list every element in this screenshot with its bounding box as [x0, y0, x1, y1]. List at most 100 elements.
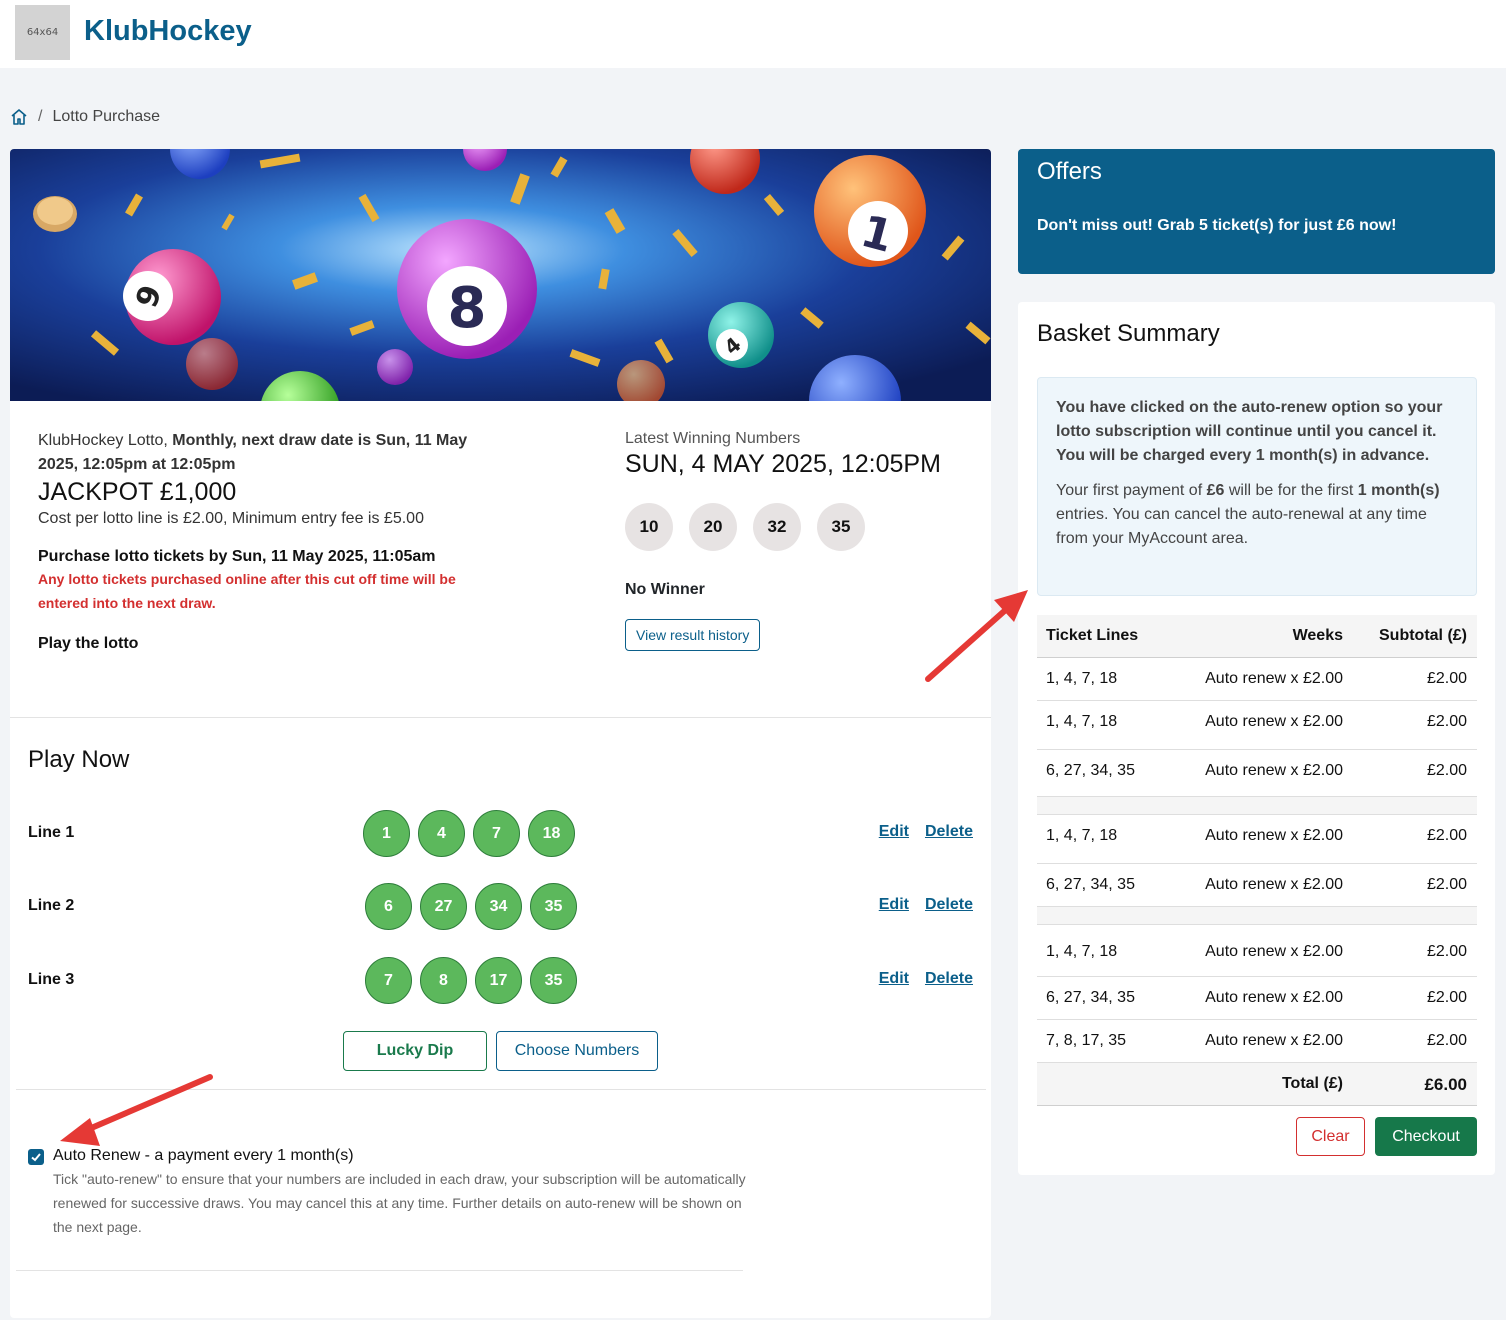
- line-label: Line 1: [28, 824, 75, 841]
- col-subtotal: Subtotal (£): [1379, 627, 1467, 644]
- choose-numbers-button[interactable]: Choose Numbers: [496, 1031, 658, 1071]
- row-lines: 6, 27, 34, 35: [1046, 762, 1135, 779]
- number-ball: 35: [530, 957, 577, 1004]
- auto-renew-label[interactable]: Auto Renew - a payment every 1 month(s): [53, 1147, 748, 1165]
- draw-result: No Winner: [625, 581, 705, 598]
- col-weeks: Weeks: [1292, 627, 1343, 644]
- divider: [10, 717, 991, 718]
- edit-line-link[interactable]: Edit: [879, 970, 909, 987]
- row-subtotal: £2.00: [1426, 762, 1467, 779]
- number-ball: 7: [365, 957, 412, 1004]
- row-weeks: Auto renew x £2.00: [1205, 943, 1343, 960]
- lotto-banner-image: 9 8 1 4: [10, 149, 991, 401]
- row-subtotal: £2.00: [1426, 876, 1467, 893]
- lucky-dip-button[interactable]: Lucky Dip: [343, 1031, 487, 1071]
- delete-line-link[interactable]: Delete: [925, 896, 973, 913]
- total-value: £6.00: [1424, 1075, 1467, 1094]
- home-icon[interactable]: [10, 108, 28, 126]
- table-row: 6, 27, 34, 35 Auto renew x £2.00 £2.00: [1037, 750, 1477, 797]
- number-ball: 1: [363, 810, 410, 857]
- delete-line-link[interactable]: Delete: [925, 970, 973, 987]
- row-weeks: Auto renew x £2.00: [1205, 1032, 1343, 1049]
- number-ball: 18: [528, 810, 575, 857]
- number-ball: 7: [473, 810, 520, 857]
- line-balls: 6 27 34 35: [365, 883, 585, 930]
- lotto-line-3: Line 3 7 8 17 35 Edit Delete: [28, 957, 973, 1005]
- number-ball: 34: [475, 883, 522, 930]
- lotto-card: 9 8 1 4 KlubHockey Lotto, Monthly, next …: [10, 149, 991, 1318]
- top-bar: 64x64 KlubHockey: [0, 0, 1506, 68]
- winning-balls: 10 20 32 35: [625, 503, 965, 551]
- line-label: Line 3: [28, 971, 75, 988]
- table-row: 6, 27, 34, 35 Auto renew x £2.00 £2.00: [1037, 864, 1477, 907]
- svg-text:8: 8: [448, 276, 487, 341]
- number-ball: 4: [418, 810, 465, 857]
- row-subtotal: £2.00: [1426, 670, 1467, 687]
- breadcrumb: / Lotto Purchase: [10, 108, 160, 126]
- row-lines: 7, 8, 17, 35: [1046, 1032, 1127, 1049]
- row-subtotal: £2.00: [1426, 943, 1467, 960]
- notice-bold: You have clicked on the auto-renew optio…: [1056, 399, 1443, 464]
- row-weeks: Auto renew x £2.00: [1205, 989, 1343, 1006]
- lotto-line-2: Line 2 6 27 34 35 Edit Delete: [28, 883, 973, 931]
- line-balls: 1 4 7 18: [363, 810, 583, 857]
- offer-text[interactable]: Don't miss out! Grab 5 ticket(s) for jus…: [1037, 217, 1396, 235]
- play-now-title: Play Now: [28, 746, 130, 773]
- view-result-history-button[interactable]: View result history: [625, 619, 761, 651]
- basket-table: Ticket Lines Weeks Subtotal (£) 1, 4, 7,…: [1037, 615, 1477, 1106]
- auto-renew-description: Tick "auto-renew" to ensure that your nu…: [53, 1171, 746, 1235]
- notice-payment: Your first payment of £6 will be for the…: [1056, 479, 1458, 551]
- table-row: 1, 4, 7, 18 Auto renew x £2.00 £2.00: [1037, 815, 1477, 864]
- auto-renew-checkbox[interactable]: [28, 1149, 44, 1165]
- row-subtotal: £2.00: [1426, 713, 1467, 730]
- delete-line-link[interactable]: Delete: [925, 823, 973, 840]
- clear-button[interactable]: Clear: [1296, 1117, 1365, 1156]
- winning-ball: 10: [625, 503, 673, 551]
- row-subtotal: £2.00: [1426, 827, 1467, 844]
- row-lines: 1, 4, 7, 18: [1046, 827, 1118, 844]
- edit-line-link[interactable]: Edit: [879, 823, 909, 840]
- cost-info: Cost per lotto line is £2.00, Minimum en…: [38, 510, 424, 527]
- number-ball: 17: [475, 957, 522, 1004]
- notice-text: Your first payment of: [1056, 482, 1207, 499]
- lotto-name: KlubHockey Lotto,: [38, 432, 173, 449]
- lotto-info: KlubHockey Lotto, Monthly, next draw dat…: [38, 429, 498, 653]
- latest-winning-numbers: Latest Winning Numbers SUN, 4 MAY 2025, …: [625, 430, 965, 651]
- divider: [16, 1089, 986, 1090]
- cutoff-warning: Any lotto tickets purchased online after…: [38, 571, 456, 611]
- play-the-lotto-label: Play the lotto: [38, 635, 139, 652]
- table-row: 1, 4, 7, 18 Auto renew x £2.00 £2.00: [1037, 658, 1477, 701]
- row-lines: 6, 27, 34, 35: [1046, 876, 1135, 893]
- row-weeks: Auto renew x £2.00: [1205, 713, 1343, 730]
- draw-info: KlubHockey Lotto, Monthly, next draw dat…: [38, 429, 498, 477]
- lotto-line-1: Line 1 1 4 7 18 Edit Delete: [28, 810, 973, 858]
- row-subtotal: £2.00: [1426, 989, 1467, 1006]
- group-spacer: [1037, 797, 1477, 815]
- table-row: 7, 8, 17, 35 Auto renew x £2.00 £2.00: [1037, 1020, 1477, 1063]
- number-ball: 8: [420, 957, 467, 1004]
- notice-amount: £6: [1206, 482, 1225, 499]
- number-ball: 6: [365, 883, 412, 930]
- table-row: 1, 4, 7, 18 Auto renew x £2.00 £2.00: [1037, 701, 1477, 750]
- notice-text: entries. You can cancel the auto-renewal…: [1056, 506, 1427, 547]
- logo-placeholder: 64x64: [15, 5, 70, 60]
- line-actions: Edit Delete: [863, 896, 973, 914]
- brand-name[interactable]: KlubHockey: [84, 15, 252, 48]
- line-label: Line 2: [28, 897, 75, 914]
- latest-date: SUN, 4 MAY 2025, 12:05PM: [625, 450, 941, 478]
- row-lines: 1, 4, 7, 18: [1046, 943, 1118, 960]
- table-header: Ticket Lines Weeks Subtotal (£): [1037, 615, 1477, 658]
- edit-line-link[interactable]: Edit: [879, 896, 909, 913]
- divider: [16, 1270, 743, 1271]
- breadcrumb-current: Lotto Purchase: [52, 108, 161, 125]
- auto-renew-section: Auto Renew - a payment every 1 month(s) …: [28, 1147, 748, 1239]
- checkout-button[interactable]: Checkout: [1375, 1117, 1477, 1156]
- row-weeks: Auto renew x £2.00: [1205, 827, 1343, 844]
- number-ball: 35: [530, 883, 577, 930]
- line-actions: Edit Delete: [863, 970, 973, 988]
- table-row: 1, 4, 7, 18 Auto renew x £2.00 £2.00: [1037, 925, 1477, 977]
- table-total-row: Total (£) £6.00: [1037, 1063, 1477, 1106]
- row-lines: 1, 4, 7, 18: [1046, 713, 1118, 730]
- cutoff-info: Purchase lotto tickets by Sun, 11 May 20…: [38, 548, 436, 565]
- line-actions: Edit Delete: [863, 823, 973, 841]
